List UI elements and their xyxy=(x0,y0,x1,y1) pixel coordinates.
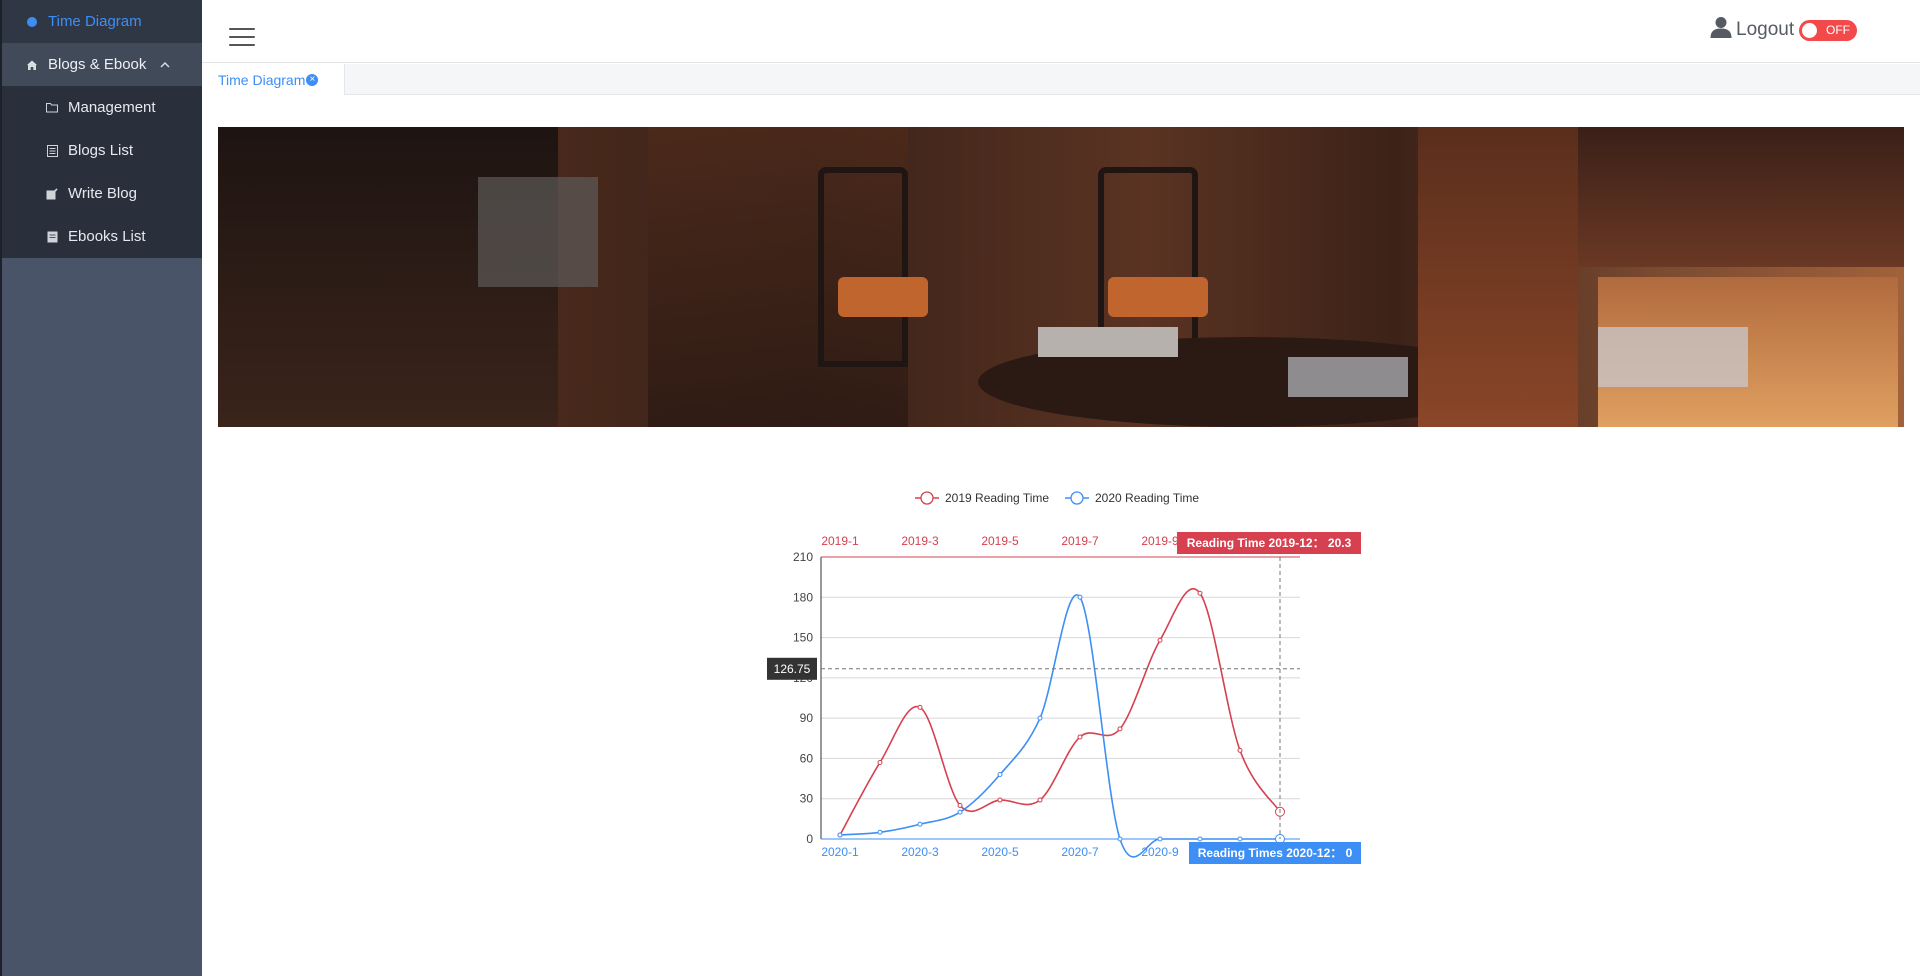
folder-icon xyxy=(46,102,58,114)
series-2020-point xyxy=(917,821,923,827)
sidebar-menu: Time Diagram Blogs & Ebook Management Bl… xyxy=(0,0,202,258)
series-2019-point xyxy=(1157,637,1163,643)
sidebar-item-time-diagram[interactable]: Time Diagram xyxy=(0,0,202,43)
series-2020-point xyxy=(1037,715,1043,721)
series-2020-point xyxy=(877,829,883,835)
series-2020-point xyxy=(1077,594,1083,600)
chart-svg: 03060901201501802102019-12019-32019-5201… xyxy=(767,491,1361,864)
sidebar: Time Diagram Blogs & Ebook Management Bl… xyxy=(0,0,202,976)
banner-seat-right xyxy=(1108,277,1208,317)
banner-laptop xyxy=(1288,357,1408,397)
sidebar-item-label: Management xyxy=(68,99,156,116)
y-tick-label: 0 xyxy=(806,832,813,846)
series-2019-line xyxy=(839,588,1281,836)
logout-label: Logout xyxy=(1736,18,1795,40)
x-top-tick-label: 2019-5 xyxy=(981,534,1019,548)
sidebar-item-blogs-list[interactable]: Blogs List xyxy=(0,129,202,172)
y-tick-label: 180 xyxy=(793,590,813,604)
sidebar-item-label: Write Blog xyxy=(68,185,137,202)
x-top-tick-label: 2019-9 xyxy=(1141,534,1179,548)
banner-books xyxy=(1038,327,1178,357)
toggle-label: OFF xyxy=(1826,23,1850,37)
x-bottom-tick-label: 2020-3 xyxy=(901,845,939,859)
legend-label: 2019 Reading Time xyxy=(945,491,1049,505)
legend-symbol xyxy=(920,491,934,505)
banner-image xyxy=(218,127,1904,427)
banner-boxes xyxy=(1598,327,1748,387)
banner-wall xyxy=(1418,127,1578,427)
sidebar-group-blogs-ebook[interactable]: Blogs & Ebook xyxy=(0,43,202,86)
legend-symbol xyxy=(1070,491,1084,505)
series-2020-point xyxy=(1157,836,1163,842)
book-icon xyxy=(46,231,58,243)
dot-icon xyxy=(26,16,38,28)
sidebar-item-ebooks-list[interactable]: Ebooks List xyxy=(0,215,202,258)
top-header: Logout OFF xyxy=(202,0,1920,63)
series-2019-point xyxy=(1077,734,1083,740)
sidebar-group-label: Blogs & Ebook xyxy=(48,56,147,73)
edit-icon xyxy=(46,187,58,200)
y-tick-label: 150 xyxy=(793,631,813,645)
theme-toggle[interactable]: OFF xyxy=(1799,20,1857,41)
banner-cabinet xyxy=(478,177,598,287)
series-2019-point xyxy=(1037,797,1043,803)
x-top-tick-label: 2019-3 xyxy=(901,534,939,548)
y-tick-label: 60 xyxy=(800,751,814,765)
x-bottom-tick-label: 2020-5 xyxy=(981,845,1019,859)
banner-seat-left xyxy=(838,277,928,317)
x-top-tick-label: 2019-7 xyxy=(1061,534,1099,548)
legend-label: 2020 Reading Time xyxy=(1095,491,1199,505)
sidebar-item-management[interactable]: Management xyxy=(0,86,202,129)
tabs-bar: Time Diagram × xyxy=(202,64,1920,95)
sidebar-item-label: Ebooks List xyxy=(68,228,146,245)
close-icon[interactable]: × xyxy=(306,73,319,86)
series-2020-point xyxy=(837,832,843,838)
x-top-tick-label: 2019-1 xyxy=(821,534,859,548)
chevron-up-icon xyxy=(160,59,170,71)
series-2020-point xyxy=(1237,836,1243,842)
x-bottom-tick-label: 2020-7 xyxy=(1061,845,1099,859)
series-2019-point xyxy=(997,797,1003,803)
menu-toggle-icon[interactable] xyxy=(229,28,255,48)
series-2020-point xyxy=(957,809,963,815)
series-2019-point xyxy=(1197,590,1203,596)
top-tooltip-text: Reading Time 2019-12： 20.3 xyxy=(1187,536,1352,550)
y-tick-label: 90 xyxy=(800,711,814,725)
y-tick-label: 30 xyxy=(800,792,814,806)
banner-chair-left xyxy=(818,167,908,367)
tab-label: Time Diagram xyxy=(218,71,306,88)
series-2019-point xyxy=(877,759,883,765)
app: Time Diagram Blogs & Ebook Management Bl… xyxy=(0,0,1920,976)
sidebar-item-label: Blogs List xyxy=(68,142,134,159)
y-pointer-label: 126.75 xyxy=(774,662,811,676)
bottom-tooltip-text: Reading Times 2020-12： 0 xyxy=(1198,846,1353,860)
series-2020-point xyxy=(997,772,1003,778)
tab-time-diagram[interactable]: Time Diagram × xyxy=(202,64,345,95)
sidebar-edge xyxy=(0,0,2,976)
x-bottom-tick-label: 2020-1 xyxy=(821,845,859,859)
logout-button[interactable]: Logout xyxy=(1710,16,1794,43)
list-icon xyxy=(46,144,58,157)
series-2019-point xyxy=(957,802,963,808)
series-2020-point xyxy=(1197,836,1203,842)
series-2019-point xyxy=(1237,747,1243,753)
y-tick-label: 210 xyxy=(793,550,813,564)
sidebar-item-write-blog[interactable]: Write Blog xyxy=(0,172,202,215)
home-icon xyxy=(26,59,38,71)
sidebar-item-label: Time Diagram xyxy=(48,13,142,30)
toggle-knob xyxy=(1802,23,1817,38)
series-2020-point xyxy=(1117,836,1123,842)
series-2019-point xyxy=(917,704,923,710)
series-2019-point xyxy=(1117,726,1123,732)
banner-shelf-right xyxy=(1578,127,1904,267)
user-icon xyxy=(1710,16,1732,43)
reading-time-chart: 03060901201501802102019-12019-32019-5201… xyxy=(700,480,1400,880)
